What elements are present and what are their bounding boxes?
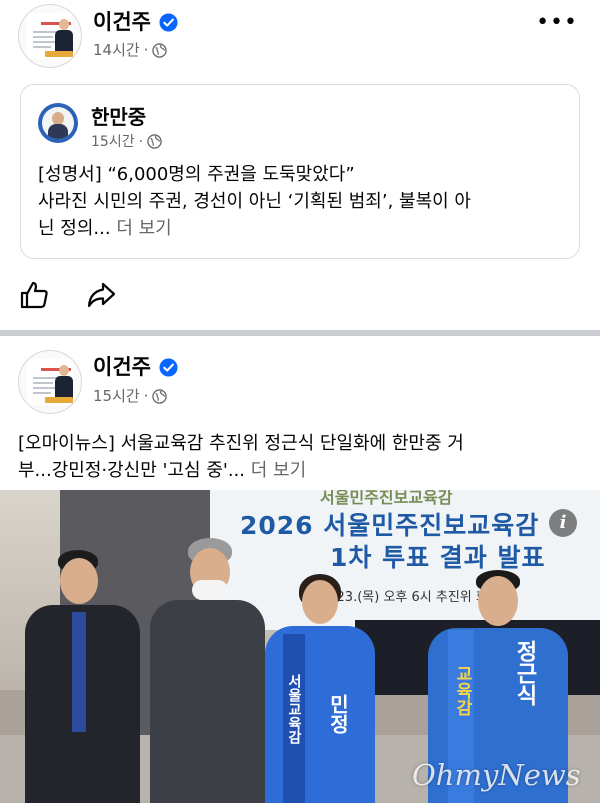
sash-name: 민정: [326, 694, 350, 734]
post-text: [오마이뉴스] 서울교육감 추진위 정근식 단일화에 한만중 거 부...강민정…: [18, 430, 583, 484]
verified-badge-icon: [159, 358, 178, 377]
post-meta: 15시간 ·: [93, 387, 168, 405]
shared-author-avatar[interactable]: [38, 103, 78, 143]
person-2: [150, 538, 265, 803]
shared-author-name[interactable]: 한만중: [91, 101, 146, 130]
author-name[interactable]: 이건주: [93, 10, 151, 34]
author-name[interactable]: 이건주: [93, 355, 151, 379]
see-more-link[interactable]: 더 보기: [251, 460, 306, 481]
shared-post-card[interactable]: 한만중 15시간 · [성명서] “6,000명의 주권을 도둑맞았다” 사라진 …: [20, 84, 580, 259]
see-more-link[interactable]: 더 보기: [116, 218, 171, 239]
post-photo[interactable]: 서울민주진보교육감 2026 서울민주진보교육감 1차 투표 결과 발표 4. …: [0, 490, 600, 803]
globe-icon: [152, 43, 168, 58]
shared-text-line: [성명서] “6,000명의 주권을 도둑맞았다”: [38, 164, 355, 185]
verified-badge-icon: [159, 13, 178, 32]
post-time[interactable]: 14시간: [93, 41, 140, 59]
feed-post-1: 이건주 14시간 · ••• 한만중 15시간 · [성명서] “6,000명의 주…: [0, 0, 600, 330]
sash-text: 교육감: [452, 665, 472, 716]
feed-post-2: 이건주 15시간 · [오마이뉴스] 서울교육감 추진위 정근식 단일화에 한만중…: [0, 336, 600, 803]
post-text-line: [오마이뉴스] 서울교육감 추진위 정근식 단일화에 한만중 거: [18, 433, 464, 454]
banner-title: 2026 서울민주진보교육감: [240, 511, 540, 540]
post-time[interactable]: 15시간: [93, 387, 140, 405]
shared-text-line: 닌 정의...: [38, 218, 111, 239]
share-icon[interactable]: [85, 279, 117, 311]
shared-text-line: 사라진 시민의 주권, 경선이 아닌 ‘기획된 범죄’, 불복이 아: [38, 191, 471, 212]
person-1: [25, 550, 140, 803]
globe-icon: [152, 389, 168, 404]
author-avatar[interactable]: [18, 350, 82, 414]
sash-name: 정근식: [512, 640, 537, 706]
shared-post-text: [성명서] “6,000명의 주권을 도둑맞았다” 사라진 시민의 주권, 경선…: [38, 161, 568, 242]
globe-icon: [147, 134, 162, 149]
person-3: 서울교육감 민정: [265, 574, 375, 803]
like-icon[interactable]: [18, 279, 50, 311]
author-avatar[interactable]: [18, 4, 82, 68]
banner-subtitle: 1차 투표 결과 발표: [330, 543, 546, 572]
info-icon[interactable]: i: [549, 509, 577, 537]
photo-watermark: OhmyNews: [412, 758, 581, 792]
shared-post-meta: 15시간 ·: [91, 131, 162, 151]
post-text-line: 부...강민정·강신만 '고심 중'...: [18, 460, 245, 481]
post-meta: 14시간 ·: [93, 41, 168, 59]
shared-post-time[interactable]: 15시간: [91, 134, 135, 150]
more-options-icon[interactable]: •••: [536, 10, 578, 35]
sash-text: 서울교육감: [286, 674, 302, 744]
